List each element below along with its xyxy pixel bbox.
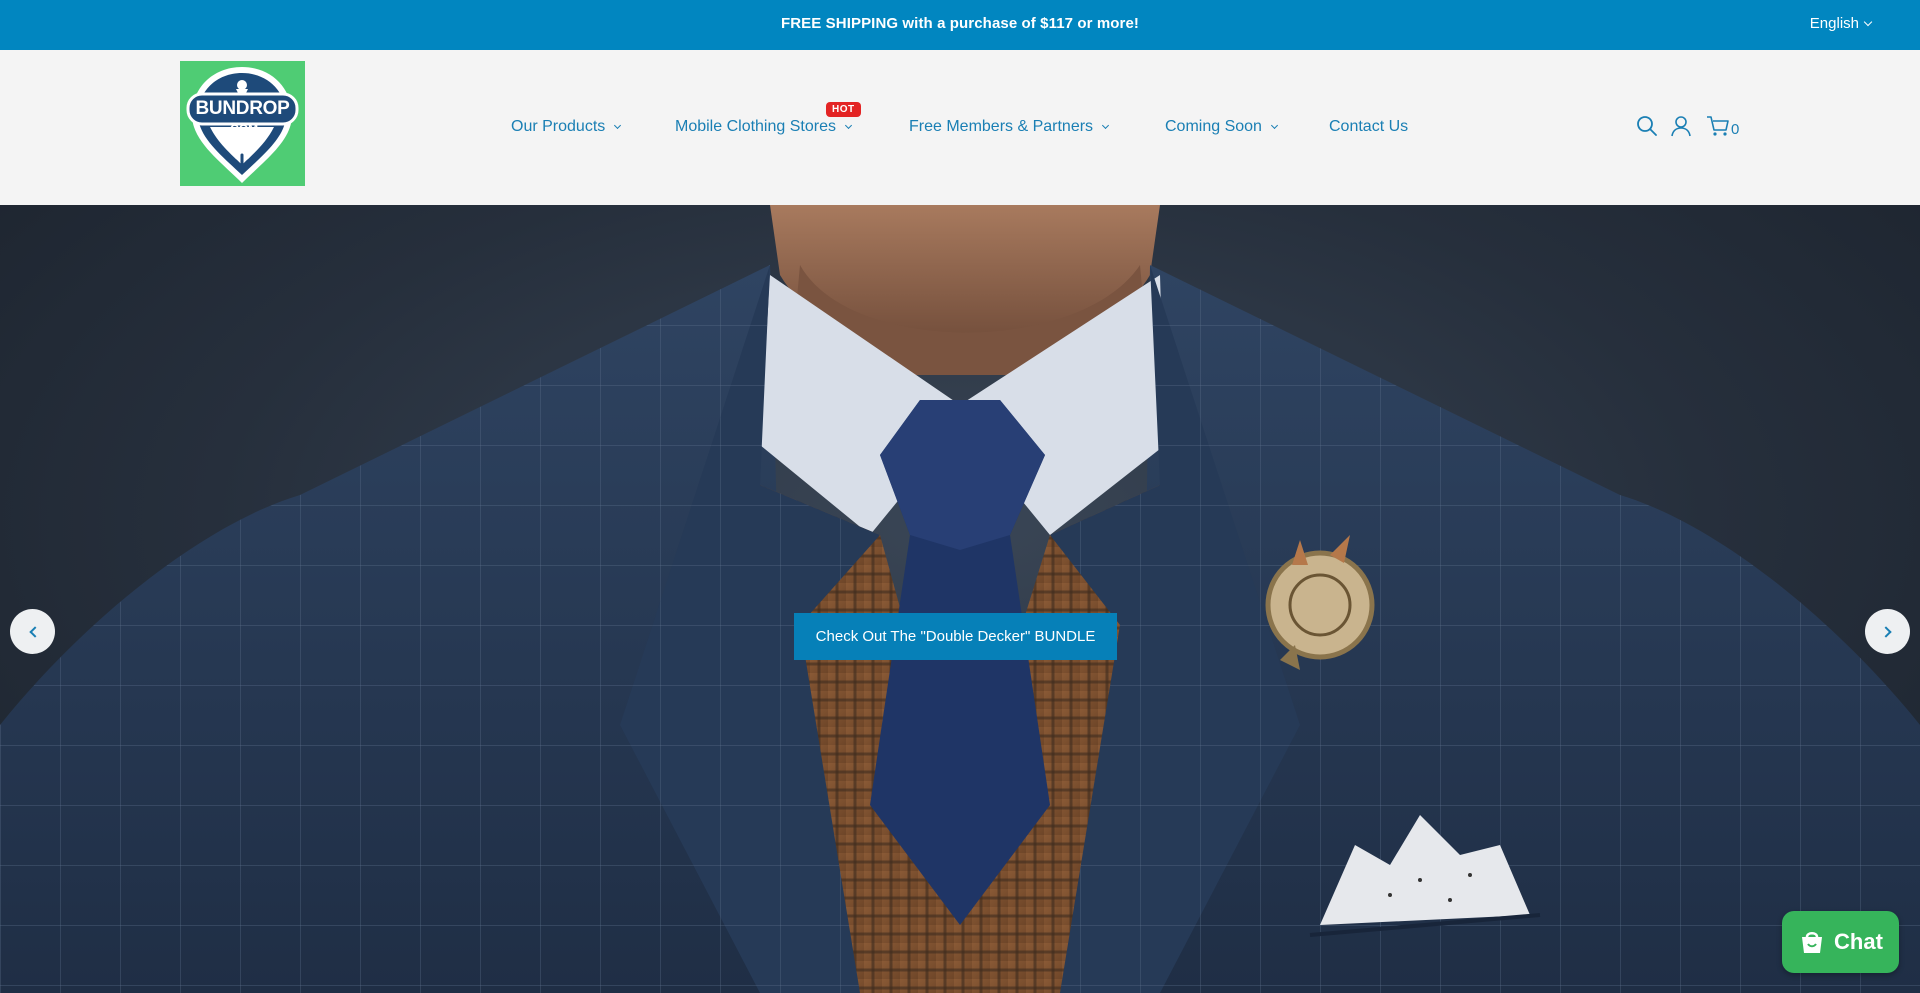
nav-label: Free Members & Partners — [909, 118, 1094, 135]
double-decker-bundle-button[interactable]: Check Out The "Double Decker" BUNDLE — [794, 613, 1117, 660]
logo-line2: .COM — [226, 122, 259, 136]
chat-bag-icon — [1802, 932, 1823, 953]
chat-label: Chat — [1834, 929, 1883, 954]
chevron-down-icon — [1102, 121, 1110, 129]
hot-badge: HOT — [826, 102, 861, 117]
language-label: English — [1809, 15, 1859, 32]
logo-line1: BUNDROP — [195, 98, 290, 119]
announcement-bar: FREE SHIPPING with a purchase of $117 or… — [0, 0, 1920, 50]
nav-mobile-clothing-stores[interactable]: Mobile Clothing Stores — [675, 118, 853, 136]
nav-label: Mobile Clothing Stores — [675, 118, 836, 135]
chevron-down-icon — [1270, 121, 1278, 129]
shipping-message: FREE SHIPPING with a purchase of $117 or… — [780, 15, 1140, 32]
slideshow-next-button[interactable] — [1865, 609, 1910, 654]
nav-label: Our Products — [511, 118, 606, 135]
hero-slideshow: Check Out The "Double Decker" BUNDLE — [0, 205, 1920, 993]
user-icon[interactable] — [1670, 115, 1692, 142]
chevron-down-icon — [1863, 17, 1873, 26]
chevron-right-icon — [1879, 625, 1892, 638]
nav-label: Coming Soon — [1165, 118, 1262, 135]
hero-image — [0, 205, 1920, 993]
bundrop-logo[interactable]: BUNDROP .COM — [180, 61, 305, 186]
nav-free-members-partners[interactable]: Free Members & Partners — [909, 118, 1110, 136]
cart-count: 0 — [1731, 121, 1740, 138]
cart-icon[interactable] — [1706, 115, 1730, 142]
nav-contact-us[interactable]: Contact Us — [1329, 118, 1408, 136]
nav-coming-soon[interactable]: Coming Soon — [1165, 118, 1278, 136]
search-icon[interactable] — [1636, 115, 1658, 142]
language-selector[interactable]: English — [1809, 15, 1873, 32]
chevron-down-icon — [844, 121, 853, 129]
site-header: BUNDROP .COM Our Products Mobile Clothin… — [0, 50, 1920, 205]
nav-label: Contact Us — [1329, 118, 1409, 135]
nav-our-products[interactable]: Our Products — [511, 118, 622, 136]
chevron-left-icon — [28, 625, 41, 638]
shopify-chat-button[interactable]: Chat — [1782, 911, 1899, 973]
slideshow-prev-button[interactable] — [10, 609, 55, 654]
chevron-down-icon — [614, 121, 622, 129]
